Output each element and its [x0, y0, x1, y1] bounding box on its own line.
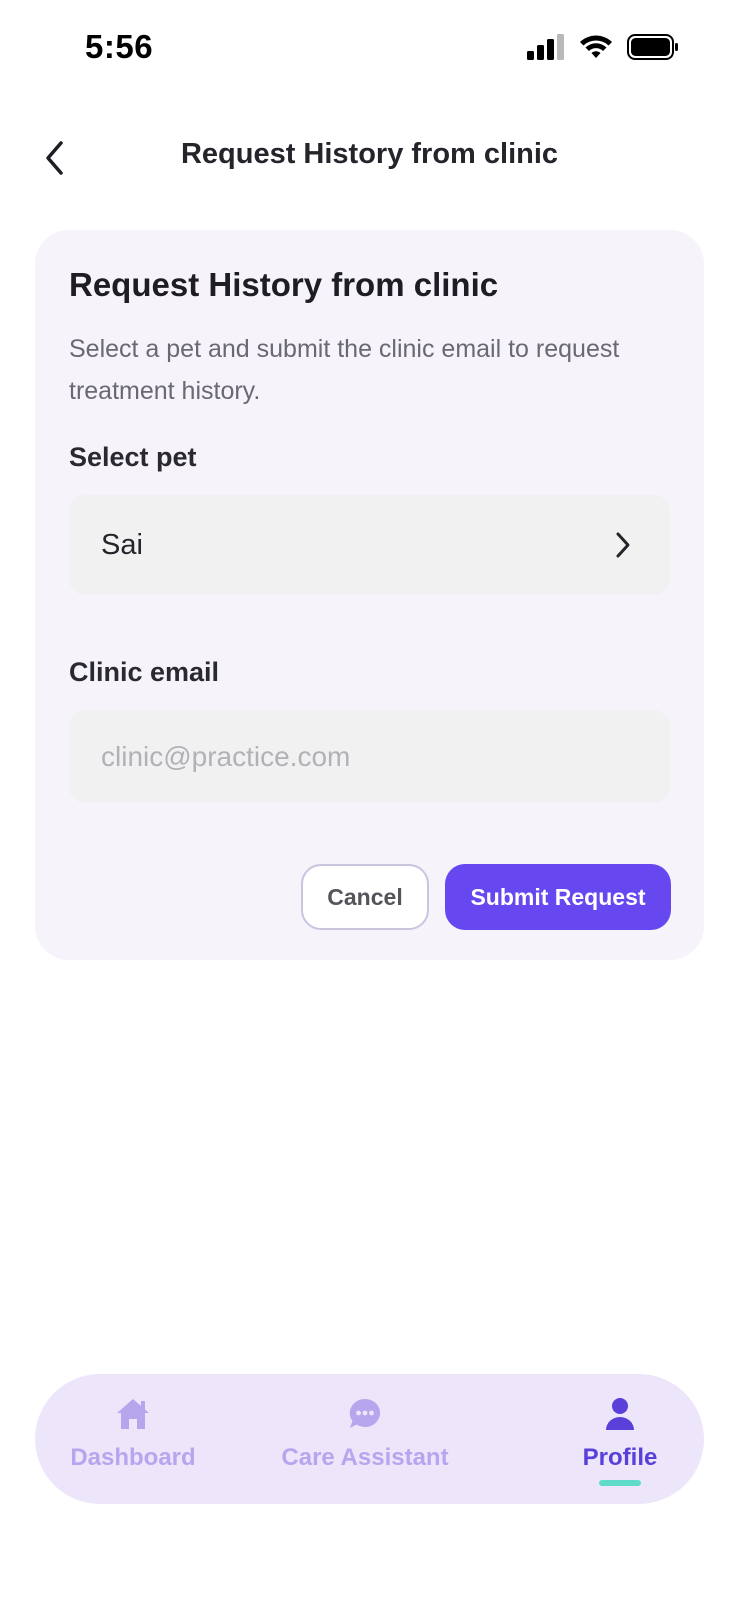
nav-label-profile: Profile: [582, 1444, 658, 1471]
clinic-email-label: Clinic email: [69, 657, 220, 687]
request-history-card: Request History from clinic Select a pet…: [35, 230, 704, 960]
active-tab-indicator: [599, 1480, 641, 1486]
cellular-signal-icon: [527, 34, 565, 65]
select-pet-label: Select pet: [69, 442, 197, 472]
nav-label-care-assistant: Care Assistant: [281, 1444, 449, 1471]
pet-select-value: Sai: [101, 529, 143, 561]
battery-icon: [627, 34, 679, 65]
bottom-nav: Dashboard Care Assistant Profile: [35, 1374, 704, 1504]
home-icon: [115, 1394, 151, 1434]
cancel-button[interactable]: Cancel: [301, 864, 429, 930]
nav-item-care-assistant[interactable]: Care Assistant: [265, 1394, 465, 1494]
submit-request-button[interactable]: Submit Request: [445, 864, 671, 930]
status-time: 5:56: [85, 28, 154, 65]
page-title: Request History from clinic: [180, 138, 559, 170]
wifi-icon: [579, 34, 613, 65]
screen: 5:56 Request History from clinic Request…: [0, 0, 739, 1600]
pet-select[interactable]: Sai: [69, 495, 670, 595]
nav-item-dashboard[interactable]: Dashboard: [35, 1394, 231, 1494]
user-icon: [604, 1394, 636, 1434]
chat-bubble-icon: [348, 1394, 382, 1434]
nav-label-dashboard: Dashboard: [70, 1444, 196, 1471]
clinic-email-input[interactable]: [69, 710, 670, 803]
header: Request History from clinic: [0, 120, 739, 200]
nav-item-profile[interactable]: Profile: [535, 1394, 705, 1494]
status-bar: 5:56: [0, 0, 739, 100]
card-title: Request History from clinic: [69, 266, 499, 303]
card-description: Select a pet and submit the clinic email…: [69, 335, 620, 405]
status-icons: [527, 34, 679, 65]
chevron-right-icon: [614, 531, 632, 564]
